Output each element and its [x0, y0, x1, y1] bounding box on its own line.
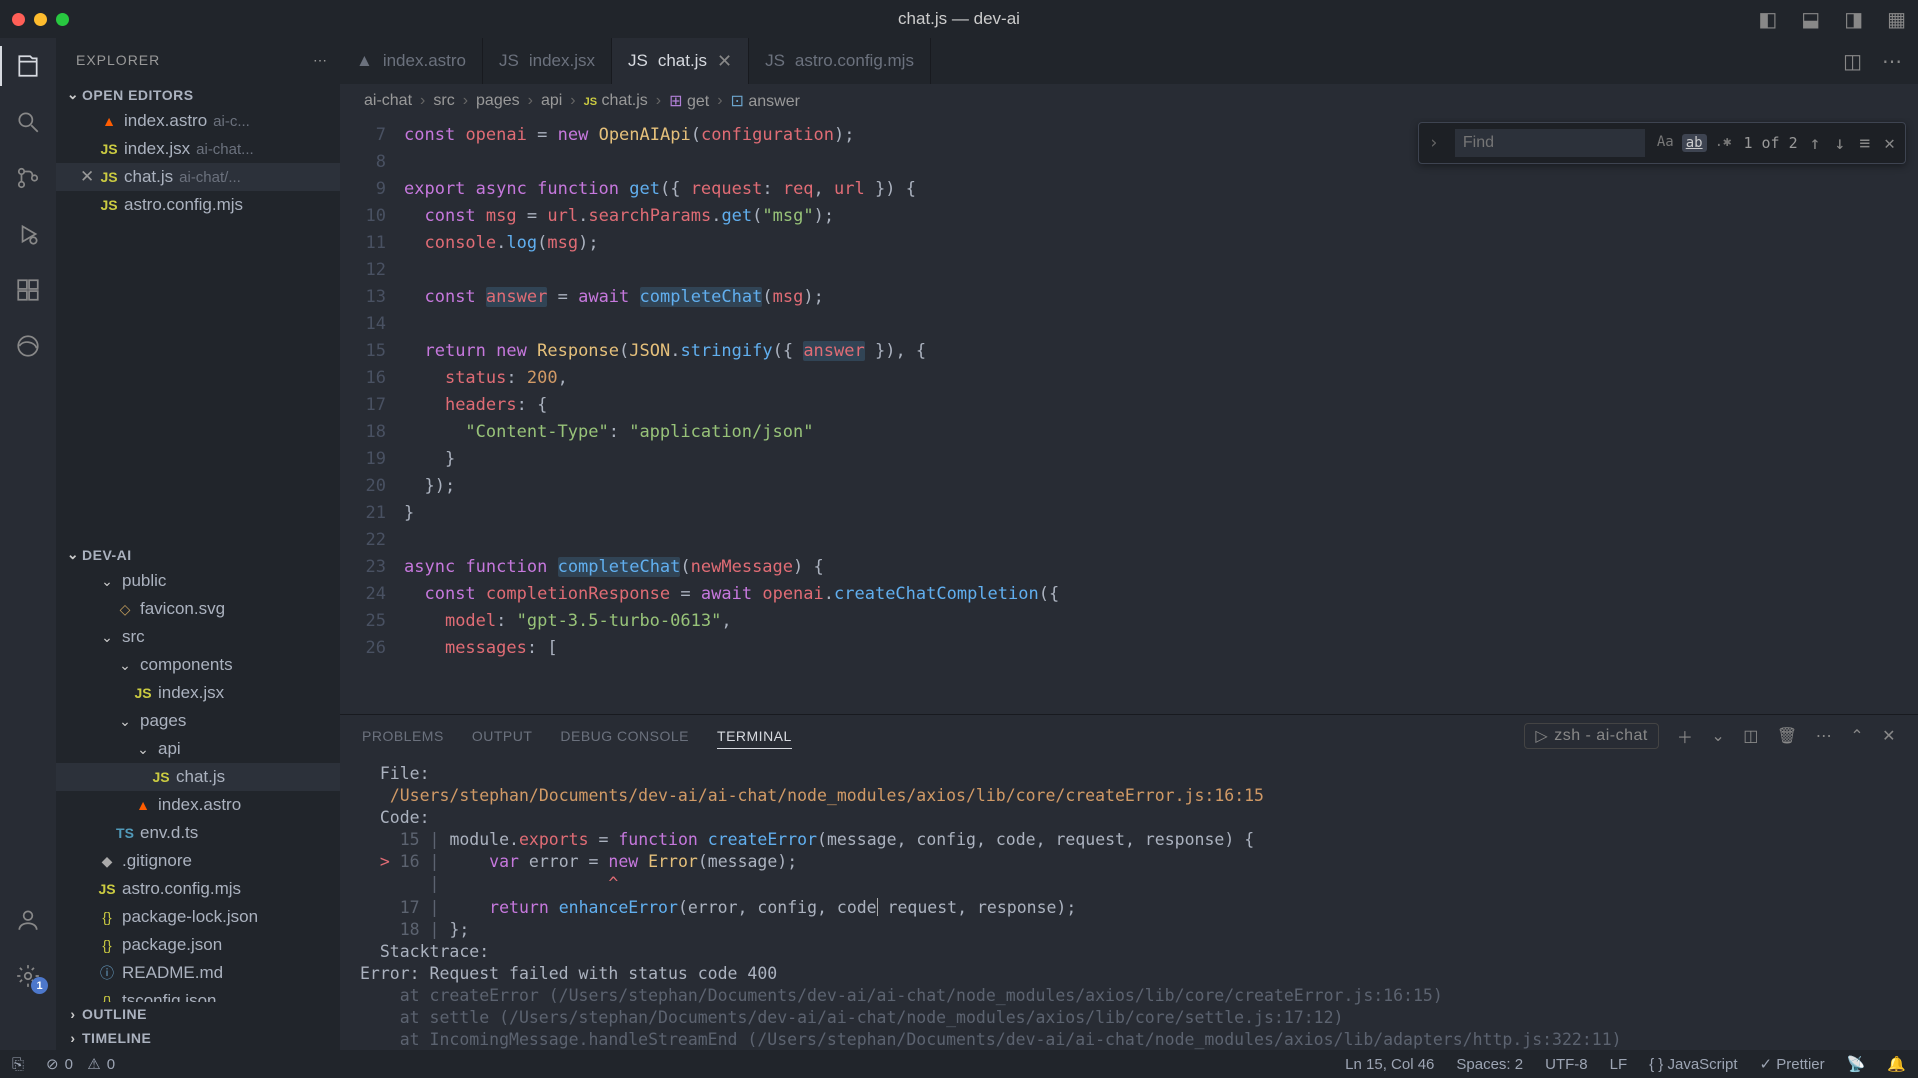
terminal-tab[interactable]: TERMINAL [717, 724, 792, 749]
explorer-sidebar: EXPLORER ⋯ ⌄OPEN EDITORS ▲index.astroai-… [56, 38, 340, 1050]
encoding-status[interactable]: UTF-8 [1545, 1056, 1588, 1073]
open-editor-item[interactable]: ✕JSchat.jsai-chat/... [56, 163, 340, 191]
status-bar: ⎘ ⊘ 0 ⚠ 0 Ln 15, Col 46 Spaces: 2 UTF-8 … [0, 1050, 1918, 1078]
file-tree-item[interactable]: ▲index.astro [56, 791, 340, 819]
terminal-select[interactable]: ▷ zsh - ai-chat [1524, 723, 1658, 749]
eol-status[interactable]: LF [1610, 1056, 1628, 1073]
source-control-icon[interactable] [12, 162, 44, 194]
title-bar: chat.js — dev-ai ◧ ⬓ ◨ ▦ [0, 0, 1918, 38]
find-input[interactable] [1455, 129, 1645, 157]
breadcrumb[interactable]: ai-chat›src›pages›api›JS chat.js›⊞ get›⊡… [340, 84, 1918, 118]
edge-icon[interactable] [12, 330, 44, 362]
file-tree-item[interactable]: TSenv.d.ts [56, 819, 340, 847]
open-editor-item[interactable]: JSastro.config.mjs [56, 191, 340, 219]
terminal-dropdown-icon[interactable]: ⌄ [1711, 726, 1725, 746]
kill-terminal-icon[interactable]: 🗑 [1777, 726, 1798, 746]
maximize-window[interactable] [56, 13, 69, 26]
file-tree-item[interactable]: JSchat.js [56, 763, 340, 791]
editor-tab[interactable]: JSchat.js✕ [612, 38, 749, 84]
code-editor[interactable]: const openai = new OpenAIApi(configurati… [404, 118, 1918, 714]
find-widget: › Aa ab .✱ 1 of 2 ↑ ↓ ≡ ✕ [1418, 122, 1906, 164]
find-expand-icon[interactable]: › [1429, 133, 1439, 153]
layout-bottom-icon[interactable]: ⬓ [1801, 7, 1820, 32]
prettier-status[interactable]: ✓ Prettier [1760, 1055, 1825, 1073]
problems-tab[interactable]: PROBLEMS [362, 724, 444, 748]
window-title: chat.js — dev-ai [898, 9, 1020, 29]
outline-section[interactable]: ›OUTLINE [56, 1002, 340, 1026]
extensions-icon[interactable] [12, 274, 44, 306]
close-panel-icon[interactable]: ✕ [1882, 726, 1896, 746]
find-count: 1 of 2 [1743, 134, 1797, 152]
find-prev-icon[interactable]: ↑ [1810, 133, 1821, 154]
indent-status[interactable]: Spaces: 2 [1456, 1056, 1523, 1073]
find-close-icon[interactable]: ✕ [1884, 133, 1895, 154]
open-editors-section[interactable]: ⌄OPEN EDITORS [56, 82, 340, 107]
activity-bar: 1 [0, 38, 56, 1050]
more-icon[interactable]: ⋯ [313, 52, 328, 69]
more-terminal-icon[interactable]: ⋯ [1816, 726, 1833, 746]
split-terminal-icon[interactable]: ◫ [1743, 726, 1759, 746]
find-selection-icon[interactable]: ≡ [1859, 133, 1870, 154]
whole-word-icon[interactable]: ab [1682, 134, 1707, 152]
file-tree-item[interactable]: {}package.json [56, 931, 340, 959]
new-terminal-icon[interactable]: ＋ [1677, 724, 1694, 748]
file-tree-item[interactable]: JSindex.jsx [56, 679, 340, 707]
panel-tabs: PROBLEMS OUTPUT DEBUG CONSOLE TERMINAL ▷… [340, 715, 1918, 757]
debug-console-tab[interactable]: DEBUG CONSOLE [560, 724, 689, 748]
file-tree-item[interactable]: {}package-lock.json [56, 903, 340, 931]
explorer-title: EXPLORER [76, 52, 160, 68]
line-gutter: 7891011121314151617181920212223242526 [340, 118, 404, 714]
file-tree-item[interactable]: ⓘREADME.md [56, 959, 340, 987]
editor-tab[interactable]: ▲index.astro [340, 38, 483, 84]
file-tree-item[interactable]: ⌄public [56, 567, 340, 595]
more-tabs-icon[interactable]: ⋯ [1882, 49, 1902, 74]
split-editor-icon[interactable]: ◫ [1843, 49, 1862, 74]
editor-tab[interactable]: JSastro.config.mjs [749, 38, 931, 84]
bell-icon[interactable]: 🔔 [1887, 1055, 1906, 1073]
maximize-panel-icon[interactable]: ⌃ [1850, 726, 1864, 746]
account-icon[interactable] [12, 904, 44, 936]
close-window[interactable] [12, 13, 25, 26]
settings-icon[interactable]: 1 [12, 960, 44, 992]
language-status[interactable]: { } JavaScript [1649, 1056, 1737, 1073]
regex-icon[interactable]: .✱ [1715, 134, 1732, 152]
remote-icon[interactable]: ⎘ [12, 1056, 24, 1073]
editor-tab[interactable]: JSindex.jsx [483, 38, 612, 84]
open-editor-item[interactable]: ▲index.astroai-c... [56, 107, 340, 135]
layout-grid-icon[interactable]: ▦ [1887, 7, 1906, 32]
minimize-window[interactable] [34, 13, 47, 26]
open-editor-item[interactable]: JSindex.jsxai-chat... [56, 135, 340, 163]
cursor-position[interactable]: Ln 15, Col 46 [1345, 1056, 1434, 1073]
file-tree-item[interactable]: ◇favicon.svg [56, 595, 340, 623]
errors-count[interactable]: ⊘ 0 ⚠ 0 [46, 1055, 115, 1073]
editor-tabs: ▲index.astroJSindex.jsxJSchat.js✕JSastro… [340, 38, 1918, 84]
file-tree-item[interactable]: ⌄components [56, 651, 340, 679]
find-next-icon[interactable]: ↓ [1834, 133, 1845, 154]
run-debug-icon[interactable] [12, 218, 44, 250]
project-section[interactable]: ⌄DEV-AI [56, 542, 340, 567]
timeline-section[interactable]: ›TIMELINE [56, 1026, 340, 1050]
file-tree-item[interactable]: ⌄pages [56, 707, 340, 735]
file-tree-item[interactable]: JSastro.config.mjs [56, 875, 340, 903]
settings-badge: 1 [31, 977, 48, 994]
search-icon[interactable] [12, 106, 44, 138]
file-tree-item[interactable]: ◆.gitignore [56, 847, 340, 875]
file-tree-item[interactable]: ⌄api [56, 735, 340, 763]
explorer-icon[interactable] [12, 50, 44, 82]
layout-left-icon[interactable]: ◧ [1758, 7, 1777, 32]
terminal-output[interactable]: File: /Users/stephan/Documents/dev-ai/ai… [340, 757, 1918, 1050]
layout-right-icon[interactable]: ◨ [1844, 7, 1863, 32]
file-tree-item[interactable]: ⌄src [56, 623, 340, 651]
output-tab[interactable]: OUTPUT [472, 724, 533, 748]
match-case-icon[interactable]: Aa [1657, 134, 1674, 152]
file-tree-item[interactable]: {}tsconfig.json [56, 987, 340, 1002]
feedback-icon[interactable]: 📡 [1847, 1055, 1866, 1073]
